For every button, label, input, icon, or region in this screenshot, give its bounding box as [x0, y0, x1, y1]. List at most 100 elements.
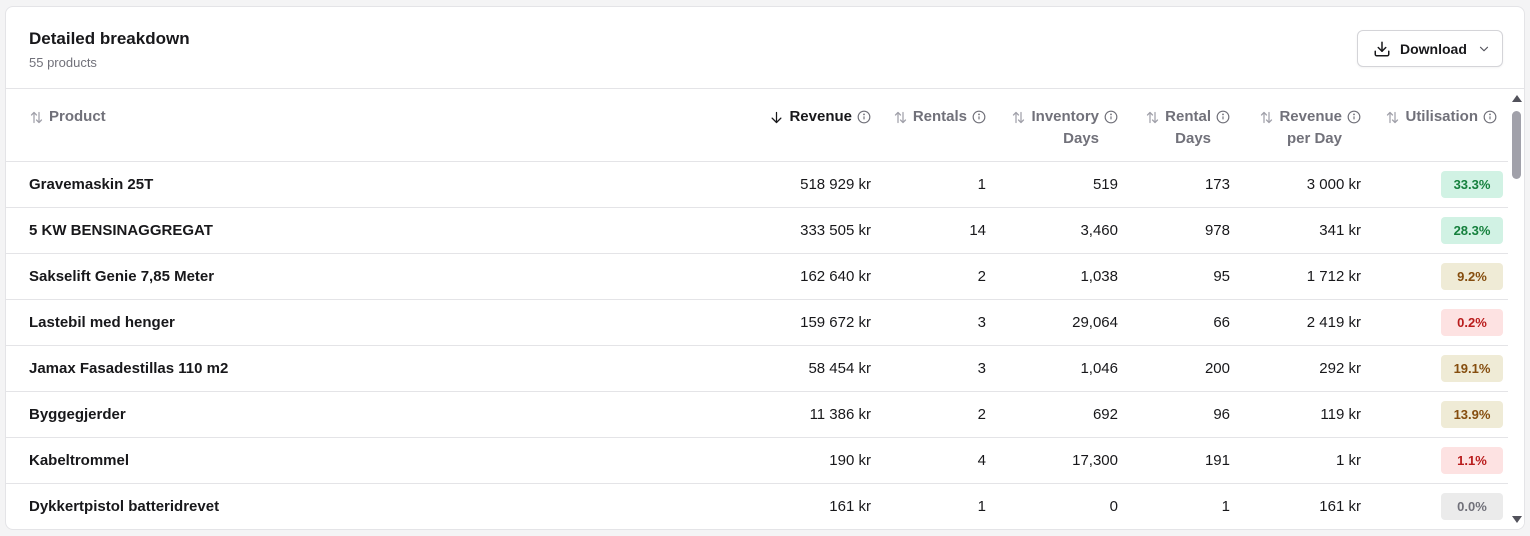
cell-revenue-per-day: 3 000 kr — [1306, 176, 1361, 193]
cell-rentals: 3 — [977, 360, 986, 377]
info-icon[interactable] — [1483, 110, 1497, 124]
utilisation-badge: 33.3% — [1441, 171, 1503, 198]
cell-rentals: 2 — [977, 268, 986, 285]
product-name: 5 KW BENSINAGGREGAT — [29, 222, 213, 239]
utilisation-badge: 28.3% — [1441, 217, 1503, 244]
download-icon — [1374, 41, 1390, 56]
cell-rental-days: 66 — [1213, 314, 1230, 331]
info-icon[interactable] — [1216, 110, 1230, 124]
cell-rentals: 1 — [977, 498, 986, 515]
column-header-product[interactable]: Product — [29, 106, 106, 128]
cell-revenue: 11 386 kr — [809, 406, 871, 423]
column-label: Inventory Days — [1031, 108, 1099, 147]
table-body: Gravemaskin 25T 518 929 kr 1 519 173 3 000 kr… — [6, 162, 1508, 529]
cell-revenue: 58 454 kr — [808, 360, 871, 377]
utilisation-badge: 1.1% — [1441, 447, 1503, 474]
product-name: Kabeltrommel — [29, 452, 130, 469]
column-header-revenue[interactable]: Revenue — [769, 106, 871, 128]
arrow-down-icon — [771, 111, 782, 124]
cell-inventory-days: 1,046 — [1080, 360, 1118, 377]
cell-rental-days: 1 — [1221, 498, 1230, 515]
sort-icon — [1013, 111, 1025, 124]
cell-revenue: 518 929 kr — [800, 176, 871, 193]
product-count: 55 products — [29, 55, 97, 70]
cell-inventory-days: 519 — [1092, 176, 1118, 193]
cell-inventory-days: 17,300 — [1072, 452, 1118, 469]
sort-icon — [894, 111, 906, 124]
table-row[interactable]: Jamax Fasadestillas 110 m2 58 454 kr 3 1,04… — [6, 346, 1508, 392]
column-header-rentals[interactable]: Rentals — [893, 106, 986, 128]
column-label: Utilisation — [1405, 108, 1478, 125]
cell-inventory-days: 1,038 — [1080, 268, 1118, 285]
cell-revenue: 159 672 kr — [800, 314, 871, 331]
breakdown-table: Product Revenue Rentals Inventory Days Rental… — [6, 89, 1508, 529]
column-label: Revenue — [789, 108, 852, 125]
cell-rentals: 3 — [977, 314, 986, 331]
cell-rentals: 14 — [969, 222, 986, 239]
cell-revenue-per-day: 292 kr — [1319, 360, 1361, 377]
utilisation-badge: 9.2% — [1441, 263, 1503, 290]
scroll-up-arrow[interactable] — [1512, 95, 1522, 102]
sort-icon — [30, 111, 43, 124]
product-name: Lastebil med henger — [29, 314, 175, 331]
cell-revenue-per-day: 1 712 kr — [1306, 268, 1361, 285]
sort-icon — [1387, 111, 1399, 124]
product-name: Sakselift Genie 7,85 Meter — [29, 268, 215, 285]
table-row[interactable]: Sakselift Genie 7,85 Meter 162 640 kr 2 1,0… — [6, 254, 1508, 300]
column-label: Rental Days — [1165, 108, 1211, 147]
breakdown-card: Detailed breakdown 55 products Download … — [5, 6, 1525, 530]
cell-rental-days: 978 — [1204, 222, 1230, 239]
cell-revenue-per-day: 161 kr — [1319, 498, 1361, 515]
column-header-utilisation[interactable]: Utilisation — [1385, 106, 1497, 128]
cell-rentals: 1 — [977, 176, 986, 193]
cell-revenue-per-day: 341 kr — [1319, 222, 1361, 239]
cell-rentals: 4 — [977, 452, 986, 469]
column-header-inventory-days[interactable]: Inventory Days — [1011, 106, 1118, 150]
cell-revenue-per-day: 2 419 kr — [1306, 314, 1361, 331]
chevron-down-icon — [1479, 46, 1488, 51]
cell-revenue-per-day: 119 kr — [1320, 406, 1361, 423]
download-label: Download — [1400, 40, 1467, 57]
cell-inventory-days: 3,460 — [1080, 222, 1118, 239]
utilisation-badge: 0.2% — [1441, 309, 1503, 336]
cell-rentals: 2 — [977, 406, 986, 423]
table-row[interactable]: Lastebil med henger 159 672 kr 3 29,064 66 2 … — [6, 300, 1508, 346]
column-label: Revenue per Day — [1279, 108, 1342, 147]
info-icon[interactable] — [1104, 110, 1118, 124]
utilisation-badge: 0.0% — [1441, 493, 1503, 520]
table-row[interactable]: Kabeltrommel 190 kr 4 17,300 191 1 kr 1.1% — [6, 438, 1508, 484]
table-row[interactable]: Dykkertpistol batteridrevet 161 kr 1 0 1 161 … — [6, 484, 1508, 529]
vertical-scrollbar[interactable] — [1509, 89, 1524, 529]
cell-revenue: 190 kr — [829, 452, 871, 469]
product-name: Byggegjerder — [29, 406, 126, 423]
scroll-down-arrow[interactable] — [1512, 516, 1522, 523]
cell-rental-days: 96 — [1213, 406, 1230, 423]
cell-rental-days: 200 — [1204, 360, 1230, 377]
cell-revenue: 162 640 kr — [800, 268, 871, 285]
column-header-rental-days[interactable]: Rental Days — [1145, 106, 1230, 150]
sort-icon — [1147, 111, 1159, 124]
table-row[interactable]: 5 KW BENSINAGGREGAT 333 505 kr 14 3,460 978 3… — [6, 208, 1508, 254]
cell-inventory-days: 692 — [1092, 406, 1118, 423]
info-icon[interactable] — [1347, 110, 1361, 124]
column-label: Product — [49, 108, 106, 125]
cell-rental-days: 95 — [1213, 268, 1230, 285]
product-name: Gravemaskin 25T — [29, 176, 154, 193]
info-icon[interactable] — [857, 110, 871, 124]
cell-rental-days: 173 — [1204, 176, 1230, 193]
product-name: Jamax Fasadestillas 110 m2 — [29, 360, 229, 377]
table-row[interactable]: Gravemaskin 25T 518 929 kr 1 519 173 3 000 kr… — [6, 162, 1508, 208]
download-button[interactable]: Download — [1357, 30, 1503, 67]
cell-revenue-per-day: 1 kr — [1335, 452, 1361, 469]
column-label: Rentals — [912, 108, 967, 125]
cell-rental-days: 191 — [1204, 452, 1230, 469]
cell-revenue: 161 kr — [829, 498, 871, 515]
table-header: Product Revenue Rentals Inventory Days Rental… — [6, 89, 1508, 162]
product-name: Dykkertpistol batteridrevet — [29, 498, 220, 515]
info-icon[interactable] — [972, 110, 986, 124]
utilisation-badge: 19.1% — [1441, 355, 1503, 382]
utilisation-badge: 13.9% — [1441, 401, 1503, 428]
table-row[interactable]: Byggegjerder 11 386 kr 2 692 96 119 kr 13.9% — [6, 392, 1508, 438]
scroll-thumb[interactable] — [1512, 111, 1521, 179]
column-header-revenue-per-day[interactable]: Revenue per Day — [1259, 106, 1361, 150]
